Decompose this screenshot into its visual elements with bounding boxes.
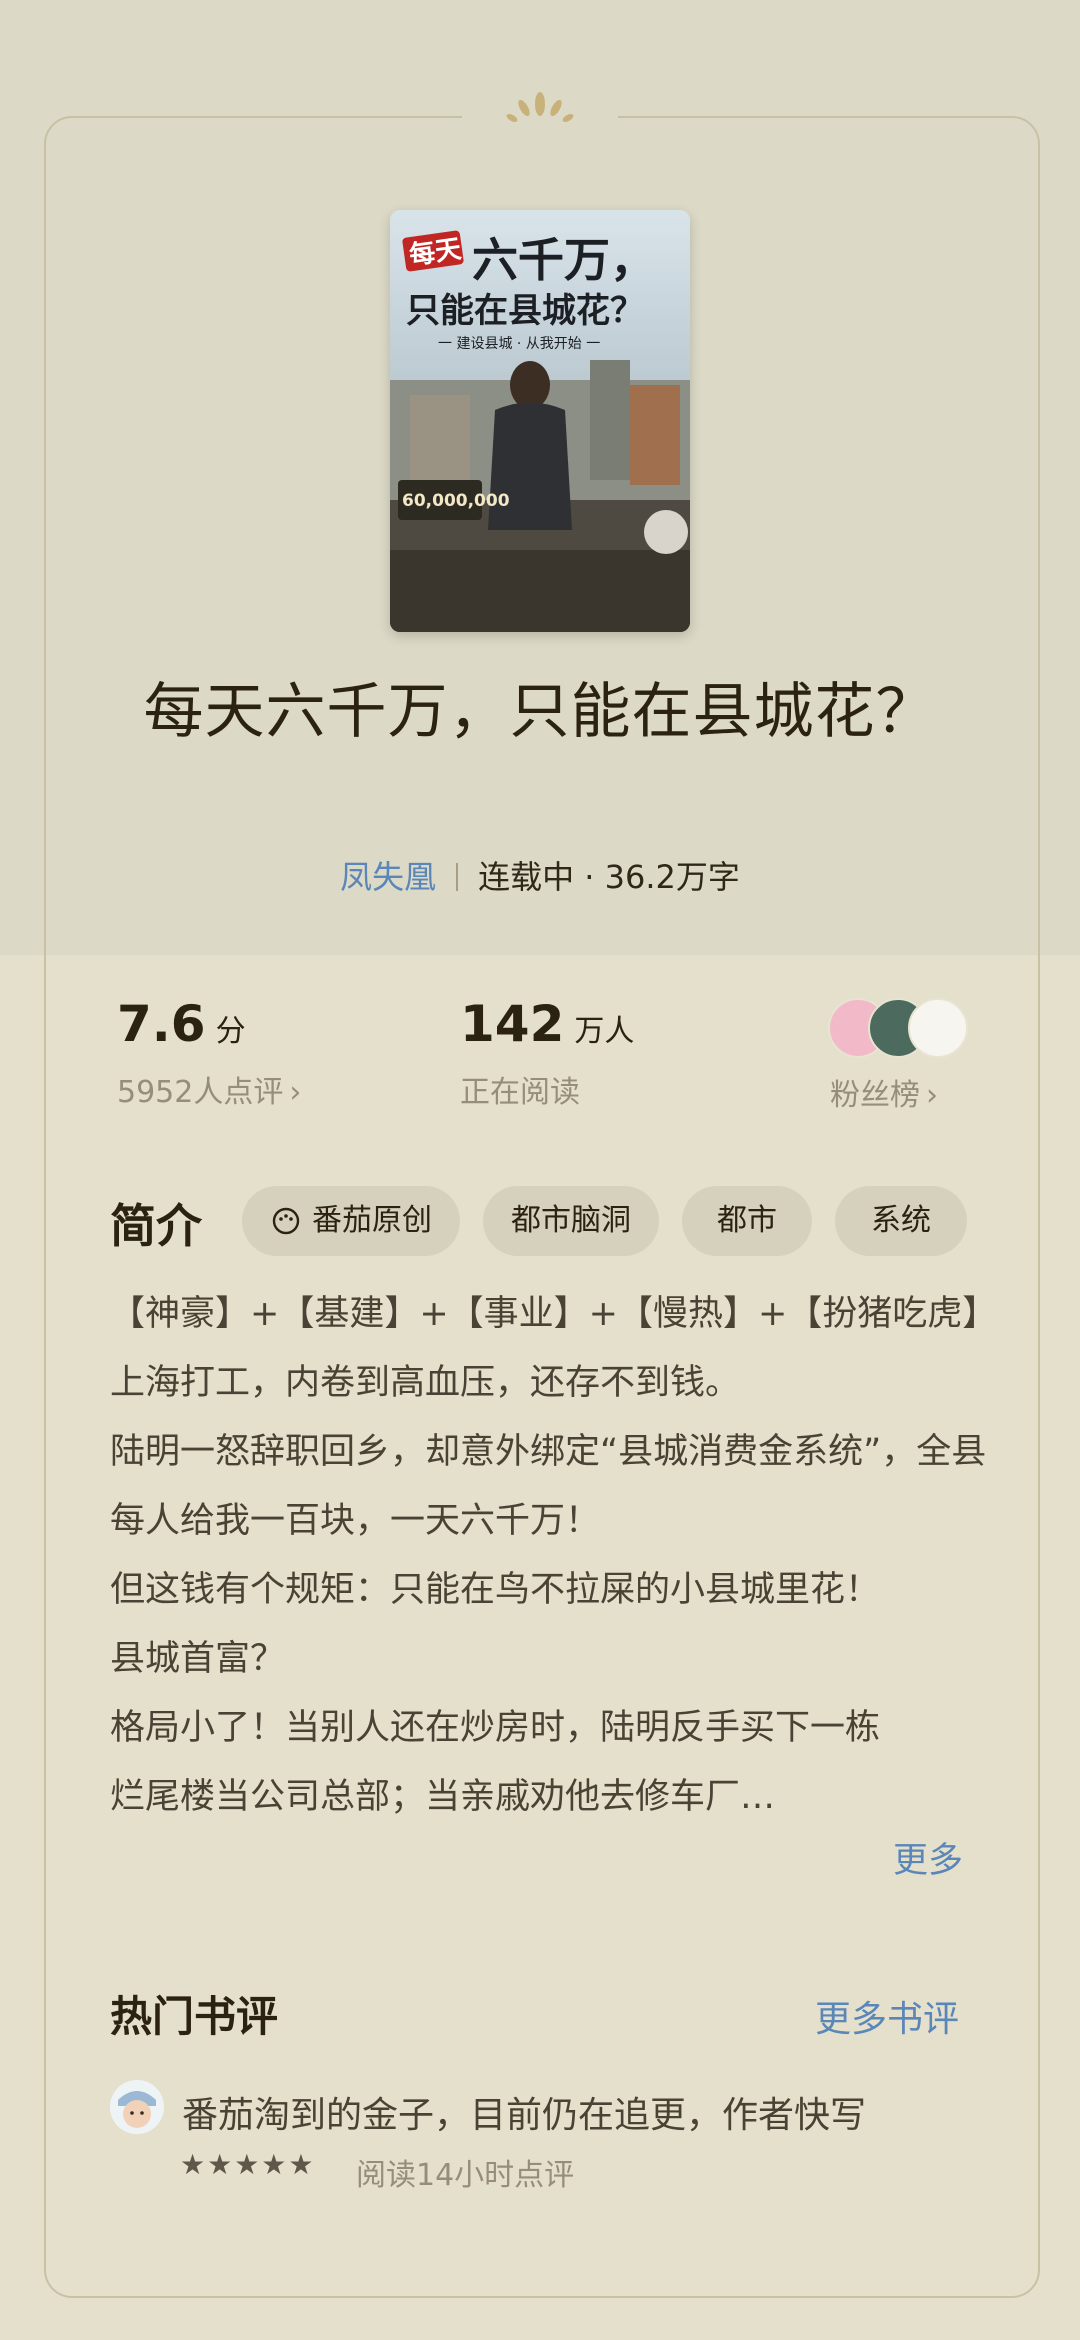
more-reviews-link[interactable]: 更多书评 <box>815 1990 959 2042</box>
sun-ornament-icon <box>506 92 574 122</box>
tag-label: 都市脑洞 <box>511 1203 631 1238</box>
tag-label: 番茄原创 <box>312 1203 432 1238</box>
book-cover[interactable]: 60,000,000 每天 六千万， 只能在县城花？ 一 建设县城 · 从我开始… <box>390 210 690 632</box>
tag-system[interactable]: 系统 <box>835 1186 967 1256</box>
cover-title-line2: 只能在县城花？ <box>406 291 644 331</box>
readers-value: 142 <box>460 995 565 1053</box>
intro-paragraph: 县城首富？ <box>110 1639 286 1679</box>
cover-amount: 60,000,000 <box>402 491 510 511</box>
intro-heading: 简介 <box>110 1199 202 1253</box>
chevron-right-icon: › <box>289 1075 302 1110</box>
hot-reviews-heading: 热门书评 <box>110 1992 279 2041</box>
book-meta: 凤失凰 连载中 · 36.2万字 <box>0 852 1080 898</box>
intro-paragraph: 但这钱有个规矩：只能在鸟不拉屎的小县城里花！ <box>110 1570 881 1610</box>
score-count: 5952人点评 <box>117 1075 284 1110</box>
tag-urban-fantasy[interactable]: 都市脑洞 <box>483 1186 659 1256</box>
intro-paragraph: 上海打工，内卷到高血压，还存不到钱。 <box>110 1363 741 1403</box>
intro-paragraph: 【神豪】+【基建】+【事业】+【慢热】+【扮猪吃虎】 <box>110 1294 998 1334</box>
review-text[interactable]: 番茄淘到的金子，目前仍在追更，作者快写 <box>182 2086 866 2138</box>
cover-title-line1: 六千万， <box>472 233 656 287</box>
score-stat[interactable]: 7.6 分 5952人点评 › <box>117 995 301 1111</box>
review-meta: 阅读14小时点评 <box>356 2158 575 2193</box>
cover-slogan: 一 建设县城 · 从我开始 一 <box>438 336 600 352</box>
meta-divider <box>456 863 459 891</box>
status-words: 连载中 · 36.2万字 <box>478 858 740 896</box>
tag-urban[interactable]: 都市 <box>682 1186 812 1256</box>
chevron-right-icon: › <box>926 1078 938 1113</box>
fan-avatar-3 <box>908 998 968 1058</box>
tomato-icon <box>272 1207 300 1235</box>
score-value: 7.6 <box>117 995 206 1053</box>
rating-stars-icon: ★★★★★ <box>180 2148 316 2181</box>
author-link[interactable]: 凤失凰 <box>340 858 436 896</box>
intro-paragraph: 陆明一怒辞职回乡，却意外绑定“县城消费金系统”，全县每人给我一百块，一天六千万！ <box>110 1432 987 1541</box>
score-unit: 分 <box>215 1014 246 1049</box>
fans-rank-label: 粉丝榜 <box>830 1078 920 1113</box>
expand-intro-button[interactable]: 更多 <box>893 1832 963 1883</box>
fans-avatars[interactable] <box>828 998 978 1058</box>
readers-stat: 142 万人 正在阅读 <box>460 995 634 1111</box>
intro-paragraph: 格局小了！当别人还在炒房时，陆明反手买下一栋烂尾楼当公司总部；当亲戚劝他去修车厂… <box>110 1708 881 1817</box>
tag-fanqie-original[interactable]: 番茄原创 <box>242 1186 460 1256</box>
fans-rank-link[interactable]: 粉丝榜 › <box>830 1070 938 1114</box>
book-title: 每天六千万，只能在县城花？ <box>143 677 937 747</box>
tag-label: 都市 <box>717 1203 777 1238</box>
readers-label: 正在阅读 <box>460 1075 580 1110</box>
tag-label: 系统 <box>871 1203 931 1238</box>
reviewer-avatar[interactable] <box>110 2080 164 2134</box>
intro-description[interactable]: 【神豪】+【基建】+【事业】+【慢热】+【扮猪吃虎】 上海打工，内卷到高血压，还… <box>110 1280 998 1832</box>
readers-unit: 万人 <box>574 1014 635 1049</box>
